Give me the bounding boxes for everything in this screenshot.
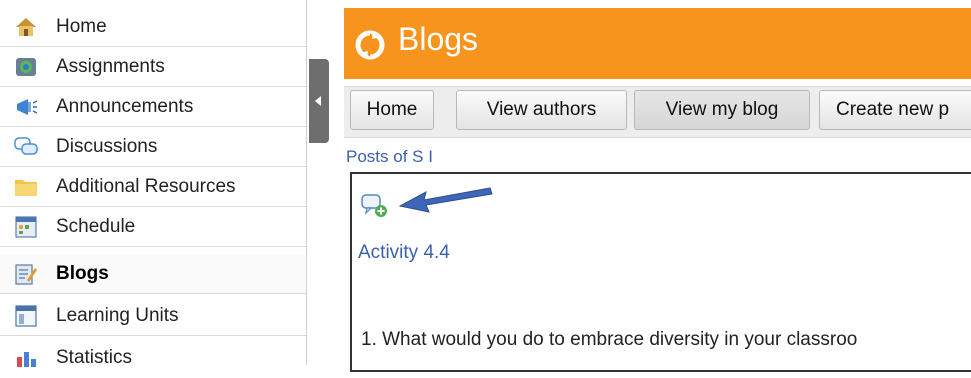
sidebar-item-label: Additional Resources: [56, 175, 236, 197]
add-comment-icon[interactable]: [361, 193, 389, 219]
sidebar-item-label: Home: [56, 15, 107, 37]
home-icon: [14, 15, 38, 39]
statistics-icon: [14, 346, 38, 370]
sidebar-item-statistics[interactable]: Statistics: [0, 338, 306, 378]
post-body-text: 1. What would you do to embrace diversit…: [361, 329, 858, 350]
posts-of-heading: Posts of S I: [346, 147, 433, 166]
view-my-blog-button[interactable]: View my blog: [634, 90, 810, 130]
sidebar-item-learning-units[interactable]: Learning Units: [0, 296, 306, 336]
sidebar-item-announcements[interactable]: Announcements: [0, 87, 306, 127]
announcements-icon: [14, 95, 38, 119]
post-title-link[interactable]: Activity 4.4: [358, 242, 450, 264]
toolbar: Home View authors View my blog Create ne…: [344, 86, 971, 138]
sidebar-item-home[interactable]: Home: [0, 7, 306, 47]
folder-icon: [14, 175, 38, 199]
sidebar-item-label: Assignments: [56, 55, 165, 77]
sidebar-item-label: Learning Units: [56, 304, 179, 326]
blogs-logo-icon: [354, 29, 386, 61]
discussions-icon: [14, 135, 38, 159]
sidebar-item-label: Announcements: [56, 95, 194, 117]
sidebar-item-discussions[interactable]: Discussions: [0, 127, 306, 167]
sidebar: Home Assignments Announcements Discussio…: [0, 0, 306, 368]
learning-units-icon: [14, 304, 38, 328]
sidebar-item-assignments[interactable]: Assignments: [0, 47, 306, 87]
home-button[interactable]: Home: [350, 90, 434, 130]
blogs-icon: [14, 262, 38, 286]
sidebar-divider: [306, 0, 307, 365]
sidebar-item-additional-resources[interactable]: Additional Resources: [0, 167, 306, 207]
schedule-icon: [14, 215, 38, 239]
page-header: Blogs: [344, 8, 971, 79]
sidebar-item-label: Statistics: [56, 347, 133, 368]
assignments-icon: [14, 55, 38, 79]
sidebar-item-label: Schedule: [56, 215, 136, 237]
view-authors-button[interactable]: View authors: [456, 90, 627, 130]
create-new-post-button[interactable]: Create new p: [819, 90, 971, 130]
sidebar-item-blogs[interactable]: Blogs: [0, 254, 306, 294]
annotation-arrow-icon: [398, 182, 494, 218]
sidebar-item-label: Blogs: [56, 262, 109, 284]
page-title: Blogs: [398, 21, 479, 57]
sidebar-item-schedule[interactable]: Schedule: [0, 207, 306, 247]
collapse-sidebar-button[interactable]: [309, 59, 329, 143]
sidebar-item-label: Discussions: [56, 135, 158, 157]
